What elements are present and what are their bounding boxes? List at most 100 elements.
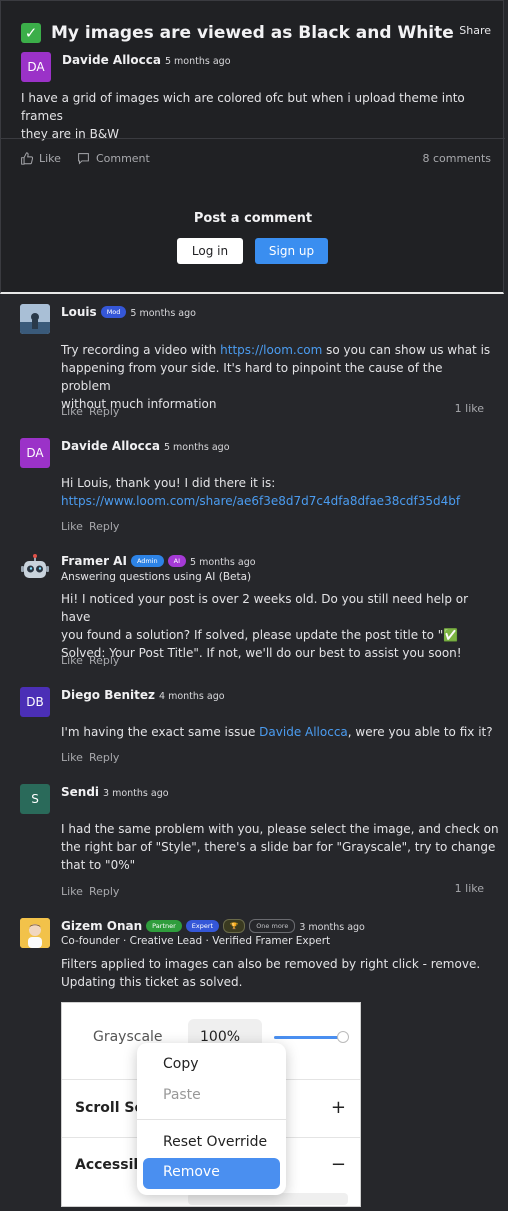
comment-line: happening from your side. It's hard to p… bbox=[61, 361, 443, 393]
minus-icon: − bbox=[330, 1154, 346, 1175]
comment-body: I'm having the exact same issue Davide A… bbox=[61, 723, 501, 741]
comment-author: Diego Benitez 4 months ago bbox=[61, 688, 225, 702]
like-button[interactable]: Like bbox=[61, 405, 83, 418]
robot-icon bbox=[21, 554, 49, 578]
reply-button[interactable]: Reply bbox=[89, 520, 119, 533]
trophy-icon: 🏆 bbox=[223, 919, 246, 933]
author-name[interactable]: Sendi bbox=[61, 785, 99, 799]
comment-line: I had the same problem with you, please … bbox=[61, 822, 499, 836]
comment-text: so you can show us what is bbox=[322, 343, 491, 357]
comment-text: , were you able to fix it? bbox=[347, 725, 493, 739]
attached-screenshot[interactable]: Grayscale 100% Scroll Se + Accessib − Co… bbox=[61, 1002, 361, 1207]
author-name[interactable]: Davide Allocca bbox=[61, 439, 160, 453]
comment-author: Framer AI Admin AI 5 months ago bbox=[61, 554, 256, 568]
loom-link[interactable]: https://loom.com bbox=[220, 343, 322, 357]
author-name[interactable]: Diego Benitez bbox=[61, 688, 155, 702]
comment-actions: Like Reply bbox=[61, 520, 119, 533]
author-name[interactable]: Davide Allocca bbox=[62, 53, 161, 67]
comment-author: Louis Mod 5 months ago bbox=[61, 305, 196, 319]
login-button[interactable]: Log in bbox=[177, 238, 243, 264]
comment-line: Solved: Your Post Title". If not, we'll … bbox=[61, 646, 462, 660]
avatar[interactable]: S bbox=[20, 784, 50, 814]
post-body-line: I have a grid of images wich are colored… bbox=[21, 91, 465, 123]
like-button[interactable]: Like bbox=[61, 654, 83, 667]
comment-icon[interactable] bbox=[77, 152, 90, 165]
mention-link[interactable]: Davide Allocca bbox=[259, 725, 348, 739]
likes-count: 1 like bbox=[454, 402, 484, 415]
mod-badge: Mod bbox=[100, 306, 127, 318]
comment-text: I'm having the exact same issue bbox=[61, 725, 260, 739]
reset-override-menu-item: Reset Override bbox=[163, 1134, 268, 1150]
comment-body: Try recording a video with https://loom.… bbox=[61, 341, 491, 413]
author-name[interactable]: Framer AI bbox=[61, 554, 127, 568]
post-comment-heading: Post a comment bbox=[193, 211, 313, 226]
expert-badge: Expert bbox=[185, 920, 220, 932]
share-button[interactable]: Share bbox=[459, 24, 491, 37]
comment-author: Sendi 3 months ago bbox=[61, 785, 169, 799]
comment-line: Hi! I noticed your post is over 2 weeks … bbox=[61, 592, 469, 624]
comment-line: you found a solution? If solved, please … bbox=[61, 628, 459, 642]
divider bbox=[1, 138, 505, 139]
comment-body: Hi! I noticed your post is over 2 weeks … bbox=[61, 590, 501, 662]
avatar[interactable] bbox=[20, 918, 50, 948]
comment-button[interactable]: Comment bbox=[96, 152, 150, 165]
gizem-photo-icon bbox=[20, 918, 50, 948]
menu-separator bbox=[137, 1119, 286, 1120]
comment-body: I had the same problem with you, please … bbox=[61, 820, 501, 874]
more-badges-button[interactable]: One more bbox=[249, 919, 296, 933]
reply-button[interactable]: Reply bbox=[89, 654, 119, 667]
comment-actions: Like Reply bbox=[61, 654, 119, 667]
author-subtitle: Answering questions using AI (Beta) bbox=[61, 571, 252, 583]
thumbs-up-icon[interactable] bbox=[20, 152, 33, 165]
author-name[interactable]: Louis bbox=[61, 305, 97, 319]
avatar[interactable] bbox=[20, 553, 50, 583]
admin-badge: Admin bbox=[130, 555, 164, 567]
avatar[interactable] bbox=[20, 304, 50, 334]
comments-count: 8 comments bbox=[422, 152, 492, 165]
comment-line: without much information bbox=[61, 397, 217, 411]
likes-count: 1 like bbox=[454, 882, 484, 895]
comment-line: Hi Louis, thank you! I did there it is: bbox=[61, 476, 276, 490]
comment-time: 5 months ago bbox=[130, 308, 196, 319]
comment-body: Hi Louis, thank you! I did there it is: … bbox=[61, 474, 491, 510]
paste-menu-item: Paste bbox=[163, 1087, 201, 1103]
comment-line: Filters applied to images can also be re… bbox=[61, 957, 481, 971]
author-subtitle: Co-founder · Creative Lead · Verified Fr… bbox=[61, 935, 331, 947]
partner-badge: Partner bbox=[146, 920, 182, 932]
reply-button[interactable]: Reply bbox=[89, 751, 119, 764]
loom-share-link[interactable]: https://www.loom.com/share/ae6f3e8d7d7c4… bbox=[61, 492, 491, 510]
like-button[interactable]: Like bbox=[39, 152, 61, 165]
post-title: My images are viewed as Black and White bbox=[51, 23, 454, 43]
like-button[interactable]: Like bbox=[61, 885, 83, 898]
like-button[interactable]: Like bbox=[61, 520, 83, 533]
post-actions: Like Comment bbox=[20, 152, 160, 165]
avatar[interactable]: DA bbox=[21, 52, 51, 82]
comment-actions: Like Reply bbox=[61, 885, 119, 898]
comment-time: 3 months ago bbox=[299, 922, 365, 933]
author-name[interactable]: Gizem Onan bbox=[61, 919, 142, 933]
comment-line: I'm having the exact same issue Davide A… bbox=[61, 723, 501, 741]
copy-menu-item: Copy bbox=[163, 1056, 199, 1072]
comment-time: 4 months ago bbox=[159, 691, 225, 702]
ai-badge: AI bbox=[167, 555, 187, 567]
scroll-section-label: Scroll Se bbox=[75, 1100, 144, 1116]
post-time: 5 months ago bbox=[164, 56, 231, 67]
comment-time: 3 months ago bbox=[103, 788, 169, 799]
like-button[interactable]: Like bbox=[61, 751, 83, 764]
accessibility-section-label: Accessib bbox=[75, 1157, 144, 1173]
comment-line: the right bar of "Style", there's a slid… bbox=[61, 840, 496, 854]
post-author[interactable]: Davide Allocca 5 months ago bbox=[62, 53, 231, 67]
comment-text: Try recording a video with bbox=[61, 343, 221, 357]
louis-photo-icon bbox=[20, 304, 50, 334]
grayscale-slider-thumb bbox=[337, 1031, 349, 1043]
reply-button[interactable]: Reply bbox=[89, 885, 119, 898]
grayscale-slider-track bbox=[274, 1036, 344, 1039]
avatar[interactable]: DB bbox=[20, 687, 50, 717]
avatar[interactable]: DA bbox=[20, 438, 50, 468]
comment-line: Updating this ticket as solved. bbox=[61, 975, 243, 989]
signup-button[interactable]: Sign up bbox=[255, 238, 328, 264]
comment-line: Try recording a video with https://loom.… bbox=[61, 341, 491, 359]
reply-button[interactable]: Reply bbox=[89, 405, 119, 418]
comment-author: Davide Allocca 5 months ago bbox=[61, 439, 230, 453]
comment-author: Gizem Onan Partner Expert 🏆 One more 3 months… bbox=[61, 919, 365, 933]
